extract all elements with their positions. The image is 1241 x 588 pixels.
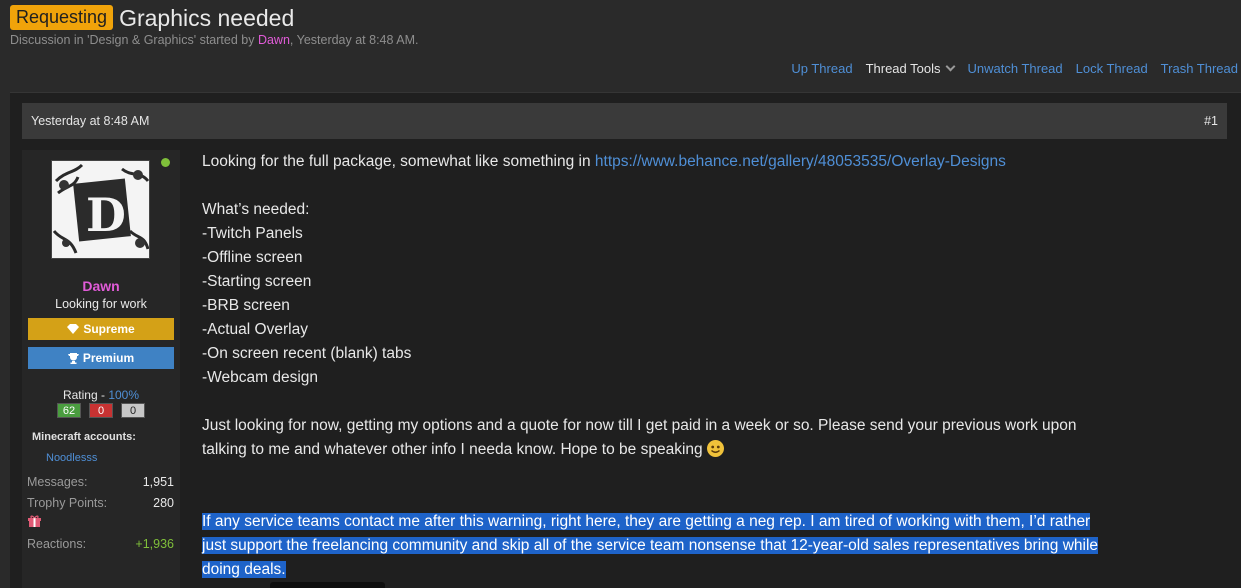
user-info-panel: D Dawn Looking for work Supreme Premium … [22, 150, 180, 588]
supreme-banner: Supreme [28, 318, 174, 340]
user-title: Looking for work [55, 297, 147, 311]
list-item: -Actual Overlay [202, 321, 308, 338]
diamond-icon [67, 324, 80, 334]
closing-line-2-text: talking to me and whatever other info I … [202, 441, 707, 458]
messages-value: 1,951 [142, 475, 174, 489]
prefix-badge[interactable]: Requesting [10, 5, 114, 30]
list-item: -Twitch Panels [202, 225, 303, 242]
meta-prefix: Discussion in 'Design & Graphics' starte… [10, 33, 258, 47]
warning-line-1: If any service teams contact me after th… [202, 510, 1227, 534]
post-number[interactable]: #1 [1204, 114, 1218, 128]
intro-line: Looking for the full package, somewhat l… [202, 150, 1227, 174]
unwatch-thread-link[interactable]: Unwatch Thread [967, 61, 1062, 76]
warning-line-2-text: just support the freelancing community a… [202, 537, 1099, 554]
supreme-label: Supreme [83, 322, 135, 336]
list-item: -Starting screen [202, 273, 312, 290]
lock-thread-link[interactable]: Lock Thread [1076, 61, 1148, 76]
warning-line-2: just support the freelancing community a… [202, 534, 1227, 558]
premium-banner: Premium [28, 347, 174, 369]
trash-thread-link[interactable]: Trash Thread [1161, 61, 1238, 76]
thread-tools-bar: Up Thread Thread Tools Unwatch Thread Lo… [791, 61, 1238, 76]
reactions-value: +1,936 [135, 537, 174, 551]
rating-positive[interactable]: 62 [57, 403, 81, 418]
rating-boxes: 62 0 0 [22, 403, 180, 418]
smiley-icon [706, 440, 724, 457]
chevron-down-icon [946, 61, 956, 72]
trophy-icon [67, 352, 79, 364]
up-thread-link[interactable]: Up Thread [791, 61, 852, 76]
reactions-label: Reactions: [27, 537, 87, 551]
warning-line-1-text: If any service teams contact me after th… [202, 513, 1091, 530]
rating-neutral[interactable]: 0 [121, 403, 145, 418]
behance-link[interactable]: https://www.behance.net/gallery/48053535… [595, 153, 1006, 170]
thread-title: Graphics needed [119, 4, 295, 31]
closing-line-1: Just looking for now, getting my options… [202, 417, 1077, 434]
post-header: Yesterday at 8:48 AM #1 [22, 103, 1227, 139]
minecraft-account-link[interactable]: Noodlesss [46, 452, 97, 464]
trophy-label: Trophy Points: [27, 496, 108, 510]
avatar-image: D [52, 161, 149, 258]
author-link[interactable]: Dawn [258, 33, 290, 47]
post-timestamp[interactable]: Yesterday at 8:48 AM [31, 114, 149, 128]
post-username[interactable]: Dawn [22, 278, 180, 294]
thread-meta: Discussion in 'Design & Graphics' starte… [10, 33, 418, 47]
list-item: -On screen recent (blank) tabs [202, 345, 412, 362]
rating-negative[interactable]: 0 [89, 403, 113, 418]
rating-percent: 100% [108, 388, 140, 402]
warning-line-3: doing deals. [202, 558, 1227, 582]
meta-suffix: , Yesterday at 8:48 AM. [289, 33, 419, 47]
closing-line-2: talking to me and whatever other info I … [202, 438, 1227, 462]
trophy-stat: Trophy Points: 280 [27, 496, 174, 510]
warning-line-3-text: doing deals. [202, 561, 286, 578]
intro-text: Looking for the full package, somewhat l… [202, 153, 595, 170]
messages-label: Messages: [27, 475, 88, 489]
reactions-stat: Reactions: +1,936 [27, 537, 174, 551]
thread-title-row: Requesting Graphics needed [10, 4, 294, 31]
list-item: -Offline screen [202, 249, 303, 266]
thread-tools-label: Thread Tools [865, 61, 941, 76]
post-container: Yesterday at 8:48 AM #1 D Dawn Looking f… [10, 92, 1241, 588]
trophy-value[interactable]: 280 [153, 496, 174, 510]
rating-text: Rating - [62, 388, 109, 402]
avatar[interactable]: D [51, 160, 150, 259]
needed-heading: What’s needed: [202, 201, 310, 218]
premium-label: Premium [82, 351, 135, 365]
list-item: -BRB screen [202, 297, 290, 314]
selection-tooltip[interactable] [270, 582, 385, 588]
avatar-letter: D [86, 188, 126, 242]
thread-tools-menu[interactable]: Thread Tools [865, 61, 956, 76]
online-status-icon [161, 158, 170, 167]
post-body: Looking for the full package, somewhat l… [202, 150, 1227, 582]
list-item: -Webcam design [202, 369, 319, 386]
messages-stat: Messages: 1,951 [27, 475, 174, 489]
gift-icon[interactable] [28, 515, 41, 528]
rating-label: Rating - 100% [22, 388, 180, 402]
minecraft-accounts-label: Minecraft accounts: [32, 431, 136, 443]
